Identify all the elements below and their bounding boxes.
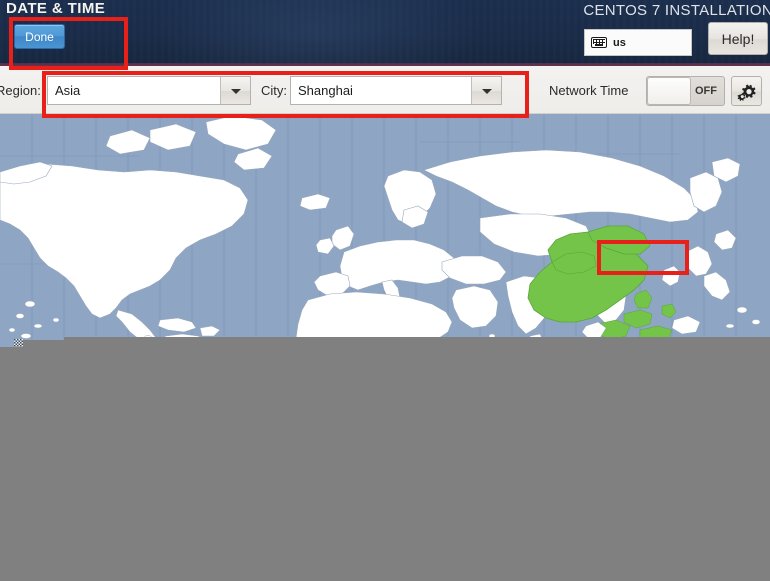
network-time-label: Network Time — [549, 83, 629, 98]
network-time-toggle[interactable]: OFF — [646, 76, 725, 106]
chevron-down-icon[interactable] — [471, 77, 501, 104]
network-time-state: OFF — [695, 85, 717, 97]
city-label: City: — [261, 83, 287, 98]
region-label: Region: — [0, 83, 41, 98]
installer-header: DATE & TIME CENTOS 7 INSTALLATION Done u… — [0, 0, 770, 66]
page-title: DATE & TIME — [6, 0, 106, 17]
city-dropdown[interactable]: Shanghai — [290, 76, 502, 105]
keyboard-layout-indicator[interactable]: us — [584, 29, 692, 56]
toggle-knob — [647, 77, 691, 105]
city-dropdown-value: Shanghai — [298, 83, 353, 98]
gear-icon — [737, 84, 756, 101]
region-dropdown[interactable]: Asia — [47, 76, 251, 105]
keyboard-layout-label: us — [613, 36, 626, 49]
keyboard-icon — [591, 37, 607, 48]
timezone-world-map[interactable] — [0, 114, 770, 348]
help-button[interactable]: Help! — [708, 22, 768, 55]
network-time-settings-button[interactable] — [731, 76, 762, 106]
world-map-graphic — [0, 114, 770, 348]
checker-artifact — [14, 339, 23, 347]
region-dropdown-value: Asia — [55, 83, 81, 98]
screen-cutoff-overlay — [0, 347, 770, 581]
installation-title: CENTOS 7 INSTALLATION — [583, 2, 770, 19]
done-button[interactable]: Done — [14, 24, 65, 49]
installer-screen: DATE & TIME CENTOS 7 INSTALLATION Done u… — [0, 0, 770, 581]
chevron-down-icon[interactable] — [220, 77, 250, 104]
header-glow — [150, 0, 480, 66]
